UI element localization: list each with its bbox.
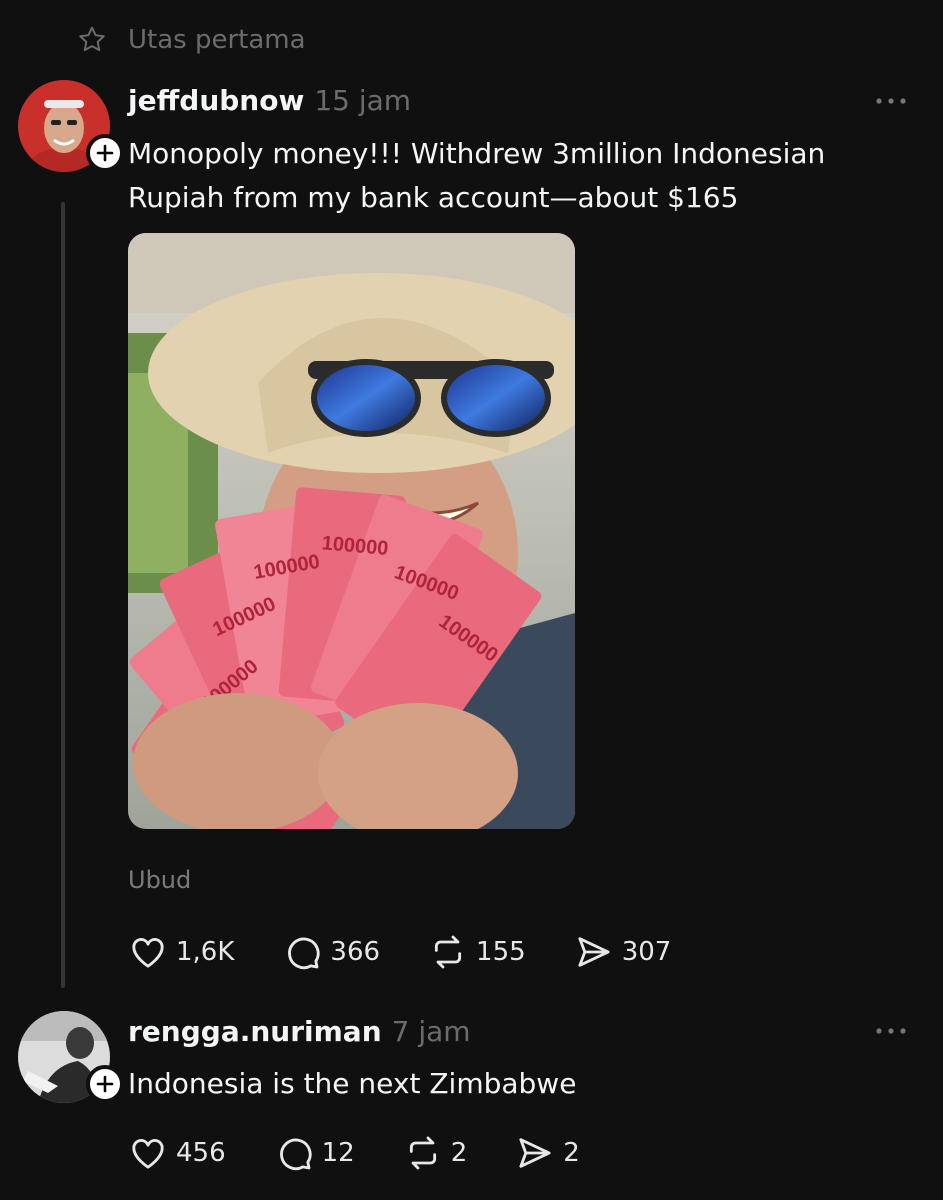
pinned-indicator: Utas pertama — [76, 22, 306, 58]
thread-line — [61, 202, 65, 988]
plus-icon — [96, 144, 114, 162]
reply-time: 7 jam — [391, 1015, 471, 1048]
repost-button[interactable]: 2 — [403, 1133, 468, 1173]
repost-count: 2 — [450, 1138, 468, 1168]
repost-icon — [409, 1136, 436, 1170]
share-count: 2 — [563, 1138, 580, 1168]
reply-button[interactable]: 12 — [274, 1133, 355, 1173]
star-icon — [79, 26, 105, 51]
reply-actions: 456 12 2 2 — [128, 1133, 580, 1173]
share-button[interactable]: 307 — [574, 932, 672, 972]
repost-count: 155 — [476, 937, 526, 967]
heart-icon — [132, 1139, 164, 1169]
reply-username[interactable]: rengga.nuriman — [128, 1015, 382, 1048]
reply-header: rengga.nuriman 7 jam — [128, 1015, 471, 1048]
reply-count: 12 — [321, 1138, 355, 1168]
reply-button[interactable]: 366 — [282, 932, 380, 972]
reply-text: Indonesia is the next Zimbabwe — [128, 1067, 577, 1100]
post-time: 15 jam — [314, 84, 412, 117]
comment-icon — [288, 937, 320, 970]
more-options-icon[interactable] — [875, 96, 907, 106]
post-avatar-container[interactable] — [18, 80, 124, 172]
reply-count: 366 — [330, 937, 381, 967]
send-icon — [519, 1138, 551, 1168]
repost-icon — [434, 935, 462, 969]
pinned-label: Utas pertama — [128, 25, 306, 55]
post-username[interactable]: jeffdubnow — [128, 84, 304, 117]
post-text: Monopoly money!!! Withdrew 3million Indo… — [128, 137, 826, 214]
post-actions: 1,6K 366 155 307 — [128, 932, 671, 972]
post-header: jeffdubnow 15 jam — [128, 84, 411, 117]
like-count: 1,6K — [176, 937, 235, 967]
share-count: 307 — [621, 937, 672, 967]
send-icon — [578, 937, 610, 967]
comment-icon — [279, 1138, 312, 1171]
post-photo[interactable]: 100000 100000 100000 100000 100000 10000… — [128, 233, 575, 829]
like-button[interactable]: 1,6K — [128, 932, 234, 972]
post-location[interactable]: Ubud — [128, 866, 191, 894]
repost-button[interactable]: 155 — [428, 932, 526, 972]
reply-avatar-container[interactable] — [18, 1011, 124, 1103]
follow-plus-button[interactable] — [86, 134, 124, 172]
like-count: 456 — [176, 1138, 226, 1168]
heart-icon — [132, 938, 164, 968]
plus-icon — [96, 1075, 114, 1093]
share-button[interactable]: 2 — [515, 1133, 580, 1173]
like-button[interactable]: 456 — [128, 1133, 226, 1173]
more-options-icon[interactable] — [875, 1026, 907, 1036]
follow-plus-button[interactable] — [86, 1065, 124, 1103]
